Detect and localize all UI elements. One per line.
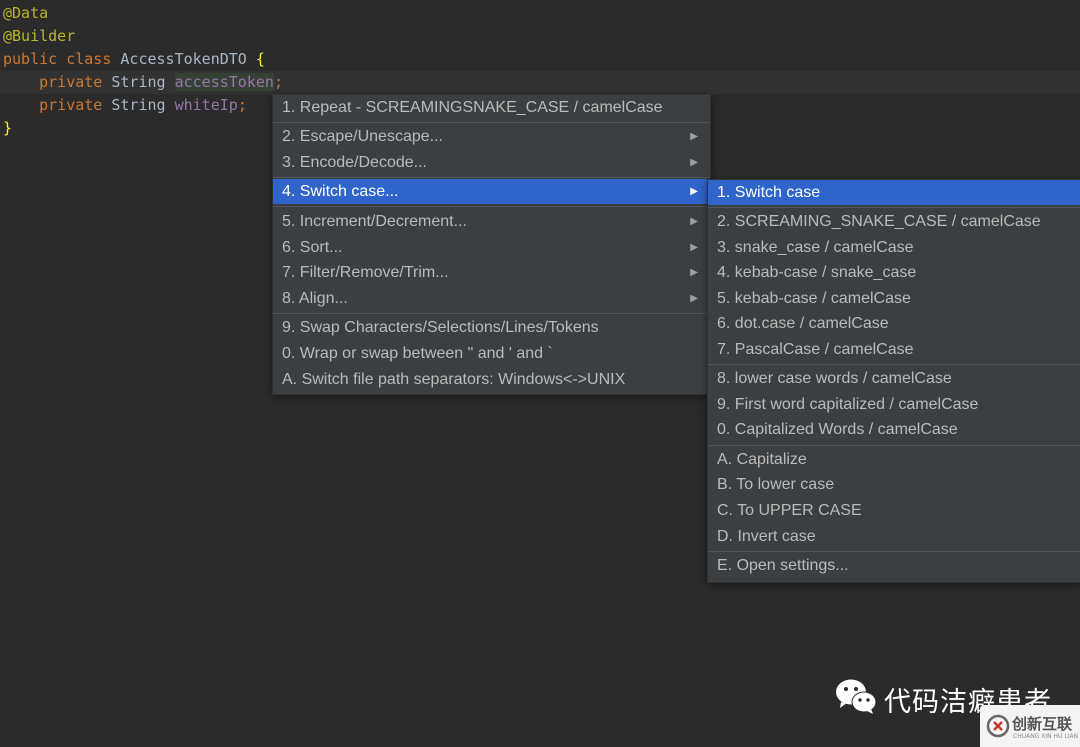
menu-item-label: 1. Repeat - SCREAMINGSNAKE_CASE / camelC… <box>282 99 663 116</box>
menu-item-label: 9. First word capitalized / camelCase <box>717 396 979 413</box>
menu-item-label: 9. Swap Characters/Selections/Lines/Toke… <box>282 319 599 336</box>
menu-item-swap[interactable]: 9. Swap Characters/Selections/Lines/Toke… <box>273 315 710 340</box>
submenu-item-snake[interactable]: 3. snake_case / camelCase <box>708 235 1080 260</box>
string-manipulation-menu: 1. Repeat - SCREAMINGSNAKE_CASE / camelC… <box>272 94 711 395</box>
menu-item-escape[interactable]: 2. Escape/Unescape... ▶ <box>273 124 710 149</box>
submenu-arrow-icon: ▶ <box>690 293 698 304</box>
submenu-arrow-icon: ▶ <box>690 186 698 197</box>
open-brace: { <box>255 50 265 68</box>
menu-item-label: A. Switch file path separators: Windows<… <box>282 371 626 388</box>
type-string: String <box>111 73 166 91</box>
submenu-arrow-icon: ▶ <box>690 216 698 227</box>
menu-item-encode[interactable]: 3. Encode/Decode... ▶ <box>273 150 710 175</box>
submenu-item-upper-case[interactable]: C. To UPPER CASE <box>708 498 1080 523</box>
menu-item-label: D. Invert case <box>717 528 816 545</box>
submenu-item-dot-case[interactable]: 6. dot.case / camelCase <box>708 311 1080 336</box>
keyword-private: private <box>39 73 103 91</box>
menu-item-label: 8. Align... <box>282 290 348 307</box>
menu-separator <box>273 177 710 178</box>
menu-separator <box>273 122 710 123</box>
semicolon: ; <box>273 73 283 91</box>
submenu-arrow-icon: ▶ <box>690 157 698 168</box>
field-white-ip: whiteIp <box>174 96 238 114</box>
code-line-1: @Data <box>3 2 48 25</box>
submenu-arrow-icon: ▶ <box>690 267 698 278</box>
submenu-item-pascal[interactable]: 7. PascalCase / camelCase <box>708 337 1080 362</box>
submenu-item-invert-case[interactable]: D. Invert case <box>708 524 1080 549</box>
submenu-item-screaming-snake[interactable]: 2. SCREAMING_SNAKE_CASE / camelCase <box>708 209 1080 234</box>
menu-item-label: 1. Switch case <box>717 184 821 201</box>
badge-logo-icon <box>986 714 1010 738</box>
menu-separator <box>708 364 1080 365</box>
submenu-item-first-word-cap[interactable]: 9. First word capitalized / camelCase <box>708 392 1080 417</box>
keyword-private: private <box>39 96 103 114</box>
code-line-5: private String whiteIp; <box>3 94 247 117</box>
field-access-token[interactable]: accessToken <box>174 73 274 91</box>
submenu-item-capitalized-words[interactable]: 0. Capitalized Words / camelCase <box>708 417 1080 442</box>
menu-item-repeat[interactable]: 1. Repeat - SCREAMINGSNAKE_CASE / camelC… <box>273 95 710 120</box>
code-line-3: public class AccessTokenDTO { <box>3 48 265 71</box>
menu-item-label: 8. lower case words / camelCase <box>717 370 952 387</box>
submenu-item-kebab-camel[interactable]: 5. kebab-case / camelCase <box>708 286 1080 311</box>
annotation-builder: @Builder <box>3 27 76 45</box>
menu-item-align[interactable]: 8. Align... ▶ <box>273 286 710 311</box>
submenu-arrow-icon: ▶ <box>690 131 698 142</box>
menu-item-label: 3. Encode/Decode... <box>282 154 427 171</box>
menu-item-increment[interactable]: 5. Increment/Decrement... ▶ <box>273 209 710 234</box>
menu-item-label: 0. Capitalized Words / camelCase <box>717 421 958 438</box>
badge-subtext: CHUANG XIN HU LIAN <box>1013 733 1079 740</box>
type-string: String <box>111 96 166 114</box>
class-name: AccessTokenDTO <box>120 50 247 68</box>
submenu-item-kebab-snake[interactable]: 4. kebab-case / snake_case <box>708 260 1080 285</box>
menu-item-label: 7. Filter/Remove/Trim... <box>282 264 449 281</box>
menu-item-label: E. Open settings... <box>717 557 849 574</box>
menu-item-label: C. To UPPER CASE <box>717 502 862 519</box>
keyword-public: public <box>3 50 58 68</box>
switch-case-submenu: 1. Switch case 2. SCREAMING_SNAKE_CASE /… <box>707 179 1080 583</box>
menu-item-label: B. To lower case <box>717 476 835 493</box>
menu-item-wrap[interactable]: 0. Wrap or swap between " and ' and ` <box>273 341 710 366</box>
menu-item-switch-case[interactable]: 4. Switch case... ▶ <box>273 179 710 204</box>
menu-item-label: 3. snake_case / camelCase <box>717 239 914 256</box>
badge-text: 创新互联 <box>1012 715 1073 733</box>
menu-separator <box>708 445 1080 446</box>
menu-item-label: 7. PascalCase / camelCase <box>717 341 914 358</box>
menu-separator <box>708 551 1080 552</box>
submenu-item-switch-case[interactable]: 1. Switch case <box>708 180 1080 205</box>
submenu-arrow-icon: ▶ <box>690 242 698 253</box>
menu-item-sort[interactable]: 6. Sort... ▶ <box>273 235 710 260</box>
menu-item-label: 0. Wrap or swap between " and ' and ` <box>282 345 553 362</box>
menu-item-label: 6. Sort... <box>282 239 343 256</box>
menu-item-label: 6. dot.case / camelCase <box>717 315 889 332</box>
menu-item-filter[interactable]: 7. Filter/Remove/Trim... ▶ <box>273 260 710 285</box>
menu-item-label: 4. Switch case... <box>282 183 399 200</box>
semicolon: ; <box>237 96 247 114</box>
submenu-item-lower-words[interactable]: 8. lower case words / camelCase <box>708 366 1080 391</box>
menu-item-label: 5. Increment/Decrement... <box>282 213 467 230</box>
menu-separator <box>273 313 710 314</box>
close-brace: } <box>3 119 13 137</box>
menu-item-label: 4. kebab-case / snake_case <box>717 264 917 281</box>
menu-item-label: 2. SCREAMING_SNAKE_CASE / camelCase <box>717 213 1041 230</box>
menu-item-path-separators[interactable]: A. Switch file path separators: Windows<… <box>273 367 710 392</box>
submenu-item-lower-case[interactable]: B. To lower case <box>708 472 1080 497</box>
code-line-4: private String accessToken; <box>3 71 283 94</box>
keyword-class: class <box>66 50 112 68</box>
wechat-icon <box>836 679 877 714</box>
submenu-item-open-settings[interactable]: E. Open settings... <box>708 553 1080 578</box>
menu-item-label: 5. kebab-case / camelCase <box>717 290 911 307</box>
menu-separator <box>273 206 710 207</box>
code-line-6: } <box>3 117 12 140</box>
watermark-badge: 创新互联 CHUANG XIN HU LIAN <box>980 705 1080 747</box>
menu-item-label: A. Capitalize <box>717 451 807 468</box>
menu-item-label: 2. Escape/Unescape... <box>282 128 443 145</box>
code-line-2: @Builder <box>3 25 75 48</box>
annotation-data: @Data <box>3 4 49 22</box>
submenu-item-capitalize[interactable]: A. Capitalize <box>708 447 1080 472</box>
menu-separator <box>708 207 1080 208</box>
